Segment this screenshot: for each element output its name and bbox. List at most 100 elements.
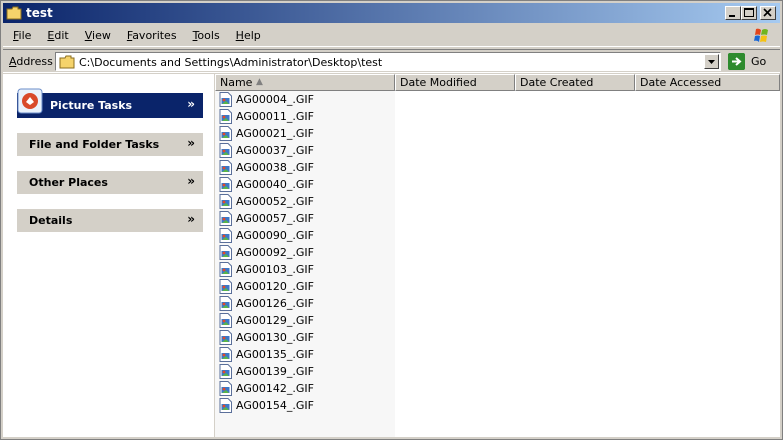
gif-file-icon [219, 245, 232, 260]
file-row[interactable]: AG00142_.GIF [219, 380, 314, 397]
file-name: AG00040_.GIF [236, 178, 314, 191]
file-row[interactable]: AG00135_.GIF [219, 346, 314, 363]
file-name: AG00126_.GIF [236, 297, 314, 310]
address-path: C:\Documents and Settings\Administrator\… [79, 56, 383, 69]
gif-file-icon [219, 296, 232, 311]
file-name: AG00142_.GIF [236, 382, 314, 395]
column-headers: Name ▲ Date Modified Date Created Date A… [215, 74, 780, 91]
gif-file-icon [219, 364, 232, 379]
gif-file-icon [219, 398, 232, 413]
gif-file-icon [219, 262, 232, 277]
sort-ascending-icon: ▲ [256, 77, 263, 87]
folder-icon [59, 55, 75, 69]
address-bar: Address C:\Documents and Settings\Admini… [3, 49, 780, 73]
other-places-label: Other Places [29, 176, 108, 189]
file-rows: AG00004_.GIF AG00011_.GIF AG00021_.GIF AG00… [219, 91, 314, 414]
file-list[interactable]: Name ▲ Date Modified Date Created Date A… [215, 74, 780, 437]
column-header-date-accessed[interactable]: Date Accessed [635, 74, 780, 91]
file-name: AG00103_.GIF [236, 263, 314, 276]
minimize-button[interactable] [725, 6, 741, 20]
file-row[interactable]: AG00057_.GIF [219, 210, 314, 227]
file-folder-tasks-header[interactable]: File and Folder Tasks » [17, 133, 203, 156]
file-row[interactable]: AG00130_.GIF [219, 329, 314, 346]
file-row[interactable]: AG00021_.GIF [219, 125, 314, 142]
file-name: AG00011_.GIF [236, 110, 314, 123]
chevron-down-icon[interactable]: » [187, 174, 195, 188]
close-icon [763, 8, 772, 17]
column-header-date-created[interactable]: Date Created [515, 74, 635, 91]
file-row[interactable]: AG00120_.GIF [219, 278, 314, 295]
column-header-date-modified[interactable]: Date Modified [395, 74, 515, 91]
address-input[interactable]: C:\Documents and Settings\Administrator\… [55, 52, 721, 71]
file-row[interactable]: AG00139_.GIF [219, 363, 314, 380]
file-row[interactable]: AG00038_.GIF [219, 159, 314, 176]
file-name: AG00129_.GIF [236, 314, 314, 327]
gif-file-icon [219, 126, 232, 141]
chevron-down-icon[interactable]: » [187, 136, 195, 150]
file-row[interactable]: AG00103_.GIF [219, 261, 314, 278]
chevron-down-icon[interactable]: » [187, 97, 195, 111]
explorer-window: test File Edit View Favorites Tools Help… [0, 0, 783, 440]
file-name: AG00154_.GIF [236, 399, 314, 412]
picture-tasks-icon [17, 88, 43, 114]
file-name: AG00139_.GIF [236, 365, 314, 378]
go-button[interactable]: Go [751, 55, 766, 68]
menu-help[interactable]: Help [236, 29, 261, 42]
file-row[interactable]: AG00004_.GIF [219, 91, 314, 108]
gif-file-icon [219, 92, 232, 107]
file-row[interactable]: AG00090_.GIF [219, 227, 314, 244]
gif-file-icon [219, 381, 232, 396]
file-name: AG00021_.GIF [236, 127, 314, 140]
go-arrow-icon[interactable] [728, 53, 745, 70]
menu-view[interactable]: View [85, 29, 111, 42]
file-name: AG00120_.GIF [236, 280, 314, 293]
menu-file[interactable]: File [13, 29, 31, 42]
picture-tasks-label: Picture Tasks [50, 99, 133, 112]
gif-file-icon [219, 109, 232, 124]
minimize-icon [729, 15, 735, 17]
menu-tools[interactable]: Tools [193, 29, 220, 42]
gif-file-icon [219, 160, 232, 175]
address-dropdown-button[interactable] [704, 54, 719, 69]
gif-file-icon [219, 194, 232, 209]
maximize-icon [744, 8, 754, 17]
other-places-header[interactable]: Other Places » [17, 171, 203, 194]
address-label: Address [9, 55, 53, 68]
gif-file-icon [219, 177, 232, 192]
file-name: AG00090_.GIF [236, 229, 314, 242]
maximize-button[interactable] [741, 6, 757, 20]
file-row[interactable]: AG00037_.GIF [219, 142, 314, 159]
column-header-name[interactable]: Name ▲ [215, 74, 395, 91]
file-row[interactable]: AG00092_.GIF [219, 244, 314, 261]
file-row[interactable]: AG00040_.GIF [219, 176, 314, 193]
title-bar[interactable]: test [3, 3, 780, 23]
chevron-down-icon [708, 60, 715, 64]
file-row[interactable]: AG00126_.GIF [219, 295, 314, 312]
file-name: AG00004_.GIF [236, 93, 314, 106]
file-name: AG00135_.GIF [236, 348, 314, 361]
file-name: AG00037_.GIF [236, 144, 314, 157]
menu-favorites[interactable]: Favorites [127, 29, 177, 42]
menu-edit[interactable]: Edit [47, 29, 68, 42]
window-title: test [26, 6, 53, 20]
gif-file-icon [219, 347, 232, 362]
menu-bar: File Edit View Favorites Tools Help [3, 25, 780, 47]
file-row[interactable]: AG00011_.GIF [219, 108, 314, 125]
file-name: AG00130_.GIF [236, 331, 314, 344]
file-row[interactable]: AG00052_.GIF [219, 193, 314, 210]
file-row[interactable]: AG00129_.GIF [219, 312, 314, 329]
gif-file-icon [219, 279, 232, 294]
gif-file-icon [219, 211, 232, 226]
picture-tasks-header[interactable]: Picture Tasks » [17, 88, 203, 118]
gif-file-icon [219, 313, 232, 328]
file-row[interactable]: AG00154_.GIF [219, 397, 314, 414]
gif-file-icon [219, 228, 232, 243]
file-name: AG00038_.GIF [236, 161, 314, 174]
chevron-down-icon[interactable]: » [187, 212, 195, 226]
gif-file-icon [219, 143, 232, 158]
file-folder-tasks-label: File and Folder Tasks [29, 138, 160, 151]
gif-file-icon [219, 330, 232, 345]
close-button[interactable] [760, 6, 776, 20]
details-header[interactable]: Details » [17, 209, 203, 232]
column-header-name-label: Name [220, 76, 253, 89]
